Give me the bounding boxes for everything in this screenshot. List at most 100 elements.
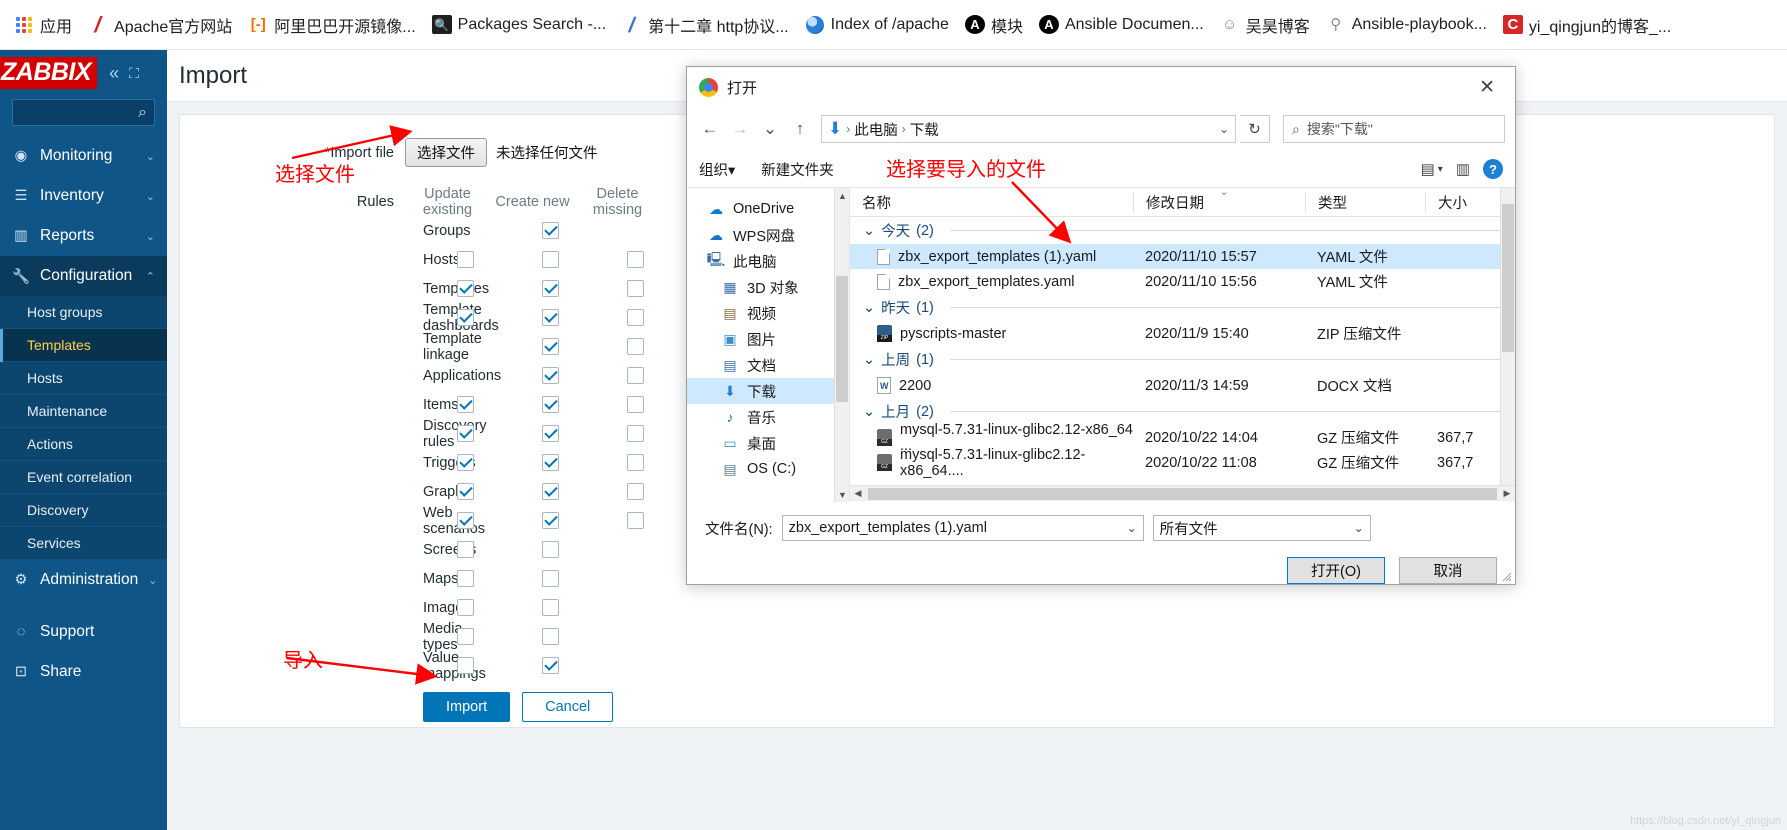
breadcrumb[interactable]: ⬇ › 此电脑 › 下载 ⌄ [821,115,1236,143]
bookmark-packages-search[interactable]: 🔍 Packages Search -... [424,12,615,37]
nav-pane-item-0[interactable]: ☁ OneDrive [687,196,849,222]
bookmark-alibaba[interactable]: [-] 阿里巴巴开源镜像... [240,10,423,40]
column-header-name[interactable]: 名称 [850,192,1133,213]
file-row[interactable]: zbx_export_templates.yaml 2020/11/10 15:5… [850,269,1515,294]
checkbox-delete[interactable] [627,367,644,384]
sidebar-item-share[interactable]: ⊡ Share [0,652,167,692]
open-button[interactable]: 打开(O) [1287,557,1385,584]
checkbox-create[interactable] [542,599,559,616]
scroll-left-icon[interactable]: ◀ [850,488,866,499]
checkbox-create[interactable] [542,512,559,529]
checkbox-create[interactable] [542,454,559,471]
scroll-down-icon[interactable]: ▼ [835,487,850,502]
sidebar-search-input[interactable]: ⌕ [12,99,155,126]
nav-pane-item-9[interactable]: ▭ 桌面 [687,430,849,456]
checkbox-delete[interactable] [627,338,644,355]
bookmark-apps[interactable]: 应用 [6,10,80,40]
sidebar-collapse-icon[interactable]: « [109,63,119,84]
nav-pane-item-1[interactable]: ☁ WPS网盘 [687,222,849,248]
preview-pane-icon[interactable]: ▥ [1456,160,1470,178]
checkbox-update[interactable] [457,280,474,297]
bookmark-csdn-blog[interactable]: C yi_qingjun的博客_... [1495,10,1679,40]
checkbox-update[interactable] [457,454,474,471]
sidebar-expand-icon[interactable]: ⛶ [129,65,139,82]
chevron-down-icon[interactable]: ⌄ [863,300,875,316]
filename-input[interactable]: zbx_export_templates (1).yaml ⌄ [781,515,1144,541]
checkbox-update[interactable] [457,628,474,645]
checkbox-delete[interactable] [627,425,644,442]
cancel-button[interactable]: Cancel [522,692,614,722]
chevron-down-icon[interactable]: ⌄ [863,352,875,368]
list-view-icon[interactable]: ▤ ▾ [1421,160,1443,178]
sidebar-item-host-groups[interactable]: Host groups [0,296,167,329]
sidebar-item-configuration[interactable]: 🔧 Configuration ⌃ [0,256,167,296]
checkbox-delete[interactable] [627,280,644,297]
checkbox-delete[interactable] [627,512,644,529]
sidebar-item-discovery[interactable]: Discovery [0,494,167,527]
search-input[interactable]: ⌕ 搜索"下载" [1283,115,1505,143]
new-folder-button[interactable]: 新建文件夹 [761,159,834,180]
back-icon[interactable]: ← [697,116,723,142]
cancel-button[interactable]: 取消 [1399,557,1497,584]
file-group-header[interactable]: ⌄ 上周 (1) [850,346,1515,373]
file-list-vscrollbar[interactable] [1500,188,1515,485]
scroll-right-icon[interactable]: ▶ [1499,488,1515,499]
bookmark-http-chapter[interactable]: / 第十二章 http协议... [614,10,796,40]
sidebar-item-maintenance[interactable]: Maintenance [0,395,167,428]
file-row[interactable]: zbx_export_templates (1).yaml 2020/11/10 … [850,244,1515,269]
checkbox-create[interactable] [542,541,559,558]
bookmark-index-of-apache[interactable]: Index of /apache [797,12,957,38]
checkbox-update[interactable] [457,396,474,413]
chevron-down-icon[interactable]: ⌄ [863,223,875,239]
refresh-icon[interactable]: ↻ [1240,115,1270,143]
sidebar-item-services[interactable]: Services [0,527,167,560]
column-header-type[interactable]: 类型 [1305,191,1425,213]
sidebar-item-templates[interactable]: Templates [0,329,167,362]
file-group-header[interactable]: ⌄ 昨天 (1) [850,294,1515,321]
nav-pane-item-7[interactable]: ⬇ 下载 [687,378,849,404]
checkbox-create[interactable] [542,309,559,326]
breadcrumb-downloads[interactable]: 下载 [910,119,939,140]
sidebar-item-administration[interactable]: ⚙ Administration ⌄ [0,560,167,600]
import-button[interactable]: Import [423,692,511,722]
sidebar-item-support[interactable]: ◌ Support [0,612,167,652]
sidebar-item-event-correlation[interactable]: Event correlation [0,461,167,494]
forward-icon[interactable]: → [727,116,753,142]
checkbox-update[interactable] [457,541,474,558]
nav-pane-item-6[interactable]: ▤ 文档 [687,352,849,378]
nav-pane-item-8[interactable]: ♪ 音乐 [687,404,849,430]
checkbox-create[interactable] [542,483,559,500]
checkbox-delete[interactable] [627,396,644,413]
scroll-up-icon[interactable]: ▲ [835,188,850,203]
checkbox-update[interactable] [457,425,474,442]
checkbox-update[interactable] [457,657,474,674]
scrollbar-thumb[interactable] [1502,204,1514,352]
checkbox-create[interactable] [542,251,559,268]
chevron-down-icon[interactable]: ⌄ [1127,521,1137,535]
filetype-select[interactable]: 所有文件 ⌄ [1152,515,1371,541]
nav-pane-item-2[interactable]: 🖳 此电脑 [687,248,849,274]
checkbox-update[interactable] [457,599,474,616]
checkbox-create[interactable] [542,367,559,384]
checkbox-delete[interactable] [627,309,644,326]
organize-button[interactable]: 组织▾ [699,159,735,180]
checkbox-update[interactable] [457,483,474,500]
help-icon[interactable]: ? [1483,159,1503,179]
file-row[interactable]: mysql-5.7.31-linux-glibc2.12-x86_64.... 2… [850,447,1515,479]
checkbox-delete[interactable] [627,483,644,500]
bookmark-apache[interactable]: / Apache官方网站 [80,10,240,40]
resize-grip-icon[interactable] [1502,572,1512,582]
nav-pane-item-3[interactable]: ▦ 3D 对象 [687,274,849,300]
sidebar-item-reports[interactable]: ▥ Reports ⌄ [0,216,167,256]
chevron-down-icon[interactable]: ⌄ [1354,521,1364,535]
checkbox-delete[interactable] [627,454,644,471]
bookmark-ansible-playbook[interactable]: ⚲ Ansible-playbook... [1318,12,1495,38]
checkbox-create[interactable] [542,338,559,355]
checkbox-create[interactable] [542,222,559,239]
sidebar-item-monitoring[interactable]: ◉ Monitoring ⌄ [0,136,167,176]
bookmark-modules[interactable]: A 模块 [957,10,1031,40]
chevron-down-icon[interactable]: ⌄ [1219,122,1229,136]
checkbox-update[interactable] [457,309,474,326]
checkbox-create[interactable] [542,396,559,413]
nav-pane-scrollbar[interactable]: ▲ ▼ [834,188,849,502]
